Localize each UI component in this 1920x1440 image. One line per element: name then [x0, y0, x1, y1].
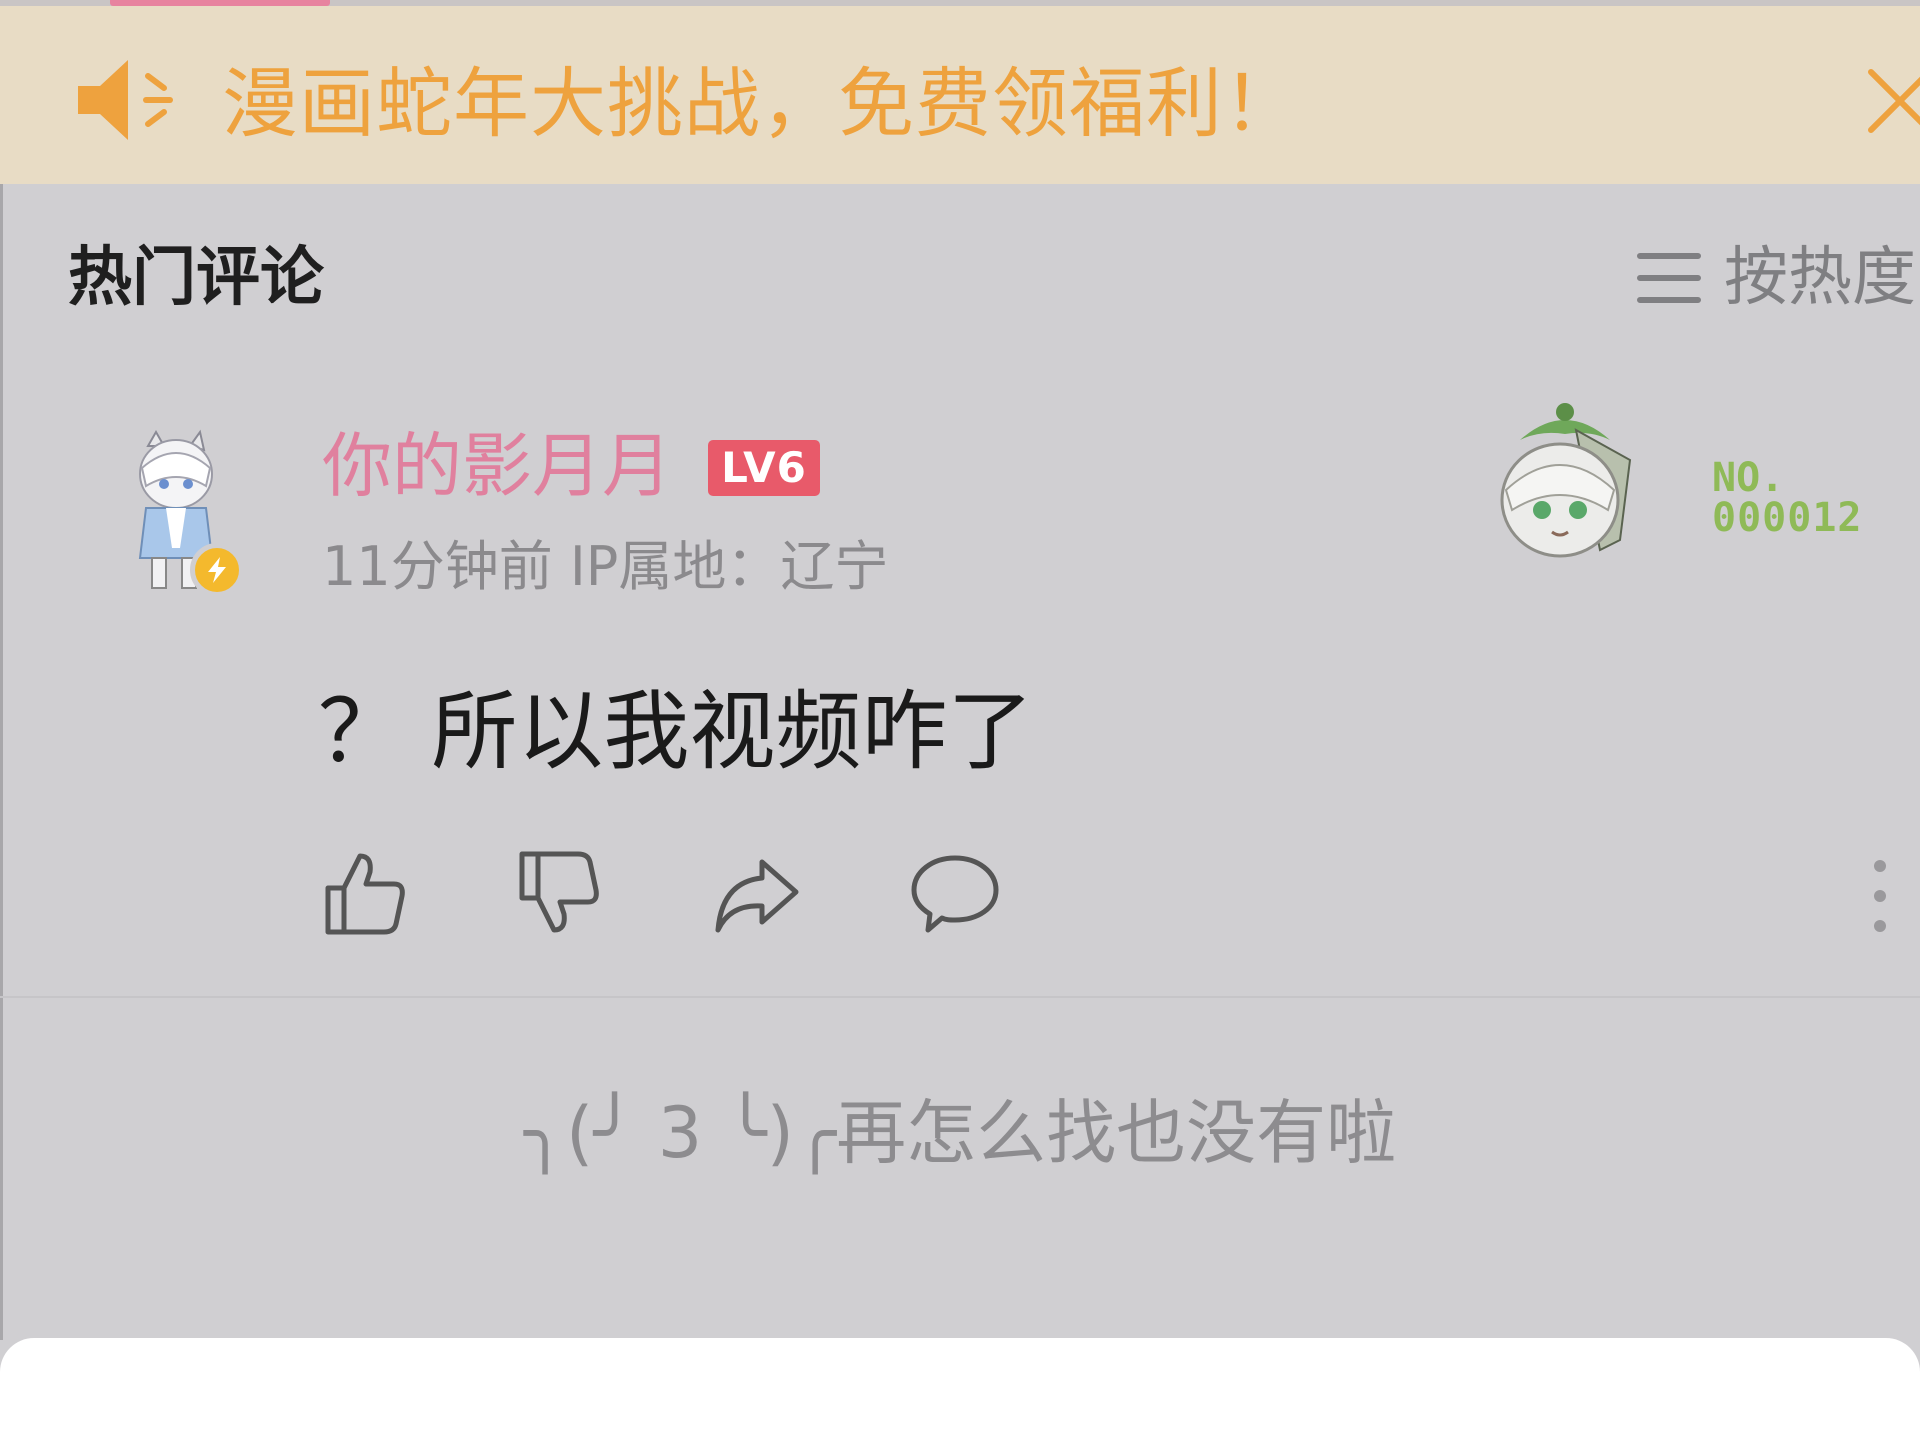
sort-dropdown[interactable]: 按热度	[1636, 238, 1916, 318]
sort-label: 按热度	[1724, 241, 1916, 315]
reply-icon[interactable]	[910, 848, 1000, 938]
bottom-input-sheet[interactable]	[0, 1338, 1920, 1440]
fan-number-value: 000012	[1712, 495, 1863, 541]
section-divider	[0, 996, 1920, 998]
section-title: 热门评论	[68, 241, 324, 315]
fan-number-badge: NO. 000012	[1712, 458, 1863, 538]
dislike-icon[interactable]	[514, 848, 604, 938]
close-icon[interactable]	[1865, 66, 1920, 136]
comment-content[interactable]: ？ 所以我视频咋了	[318, 682, 1033, 782]
end-of-list-text: ╮(╯ 3 ╰)╭再怎么找也没有啦	[523, 1092, 1397, 1174]
lightning-badge-icon	[190, 543, 244, 597]
username[interactable]: 你的影月月	[322, 424, 672, 508]
menu-lines-icon	[1637, 253, 1701, 303]
banner-text[interactable]: 漫画蛇年大挑战，免费领福利！	[222, 56, 1300, 152]
comment-meta: 11分钟前 IP属地：辽宁	[322, 535, 889, 598]
announcement-banner[interactable]: 漫画蛇年大挑战，免费领福利！	[0, 6, 1920, 184]
level-badge: LV6	[708, 440, 820, 496]
share-icon[interactable]	[712, 848, 802, 938]
more-icon[interactable]	[1862, 856, 1898, 936]
speaker-icon	[78, 60, 173, 140]
fan-badge-character-image	[1500, 403, 1632, 558]
fan-number-label: NO.	[1712, 455, 1785, 501]
like-icon[interactable]	[320, 848, 410, 938]
